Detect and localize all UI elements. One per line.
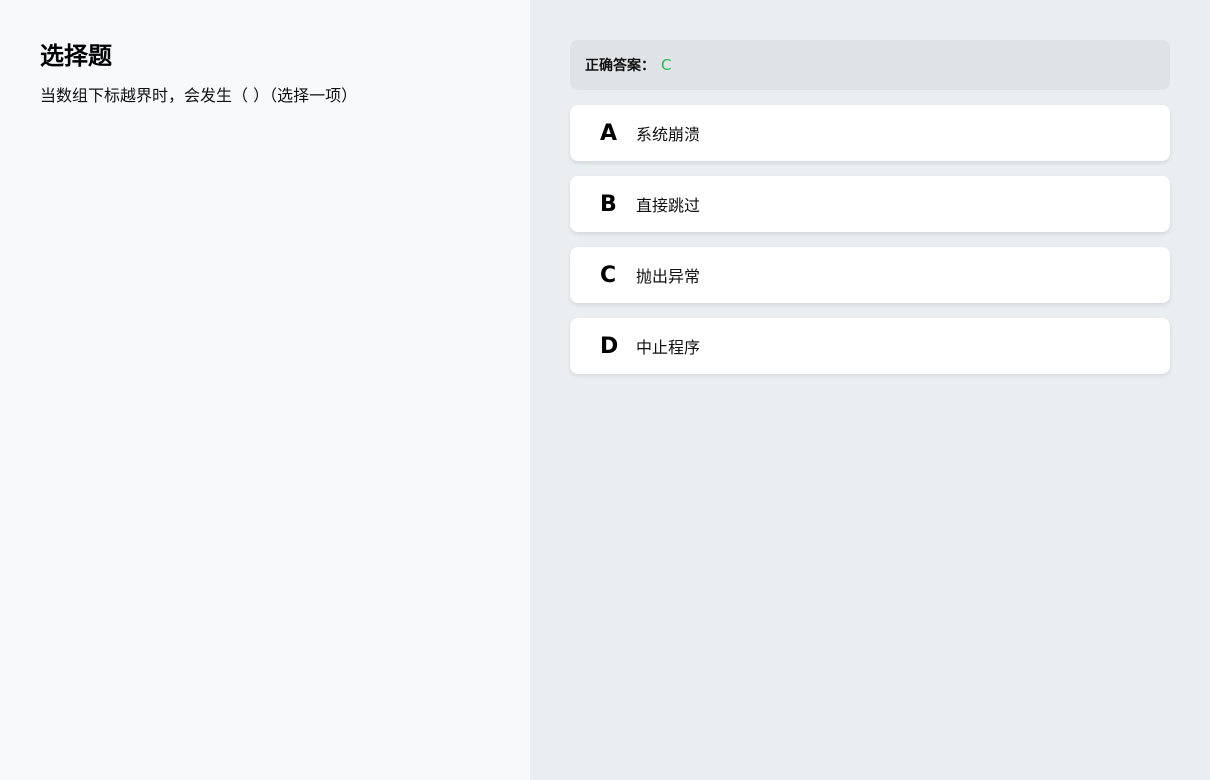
option-letter: A [600, 120, 618, 146]
question-panel: 选择题 当数组下标越界时，会发生（ ）（选择一项） [0, 0, 530, 780]
option-b[interactable]: B 直接跳过 [570, 176, 1170, 232]
option-a[interactable]: A 系统崩溃 [570, 105, 1170, 161]
option-letter: D [600, 333, 619, 359]
option-list: A 系统崩溃 B 直接跳过 C 抛出异常 D 中止程序 [570, 105, 1170, 374]
question-text: 当数组下标越界时，会发生（ ）（选择一项） [40, 86, 358, 105]
option-letter: C [600, 262, 617, 288]
option-text: 系统崩溃 [636, 125, 701, 144]
option-c[interactable]: C 抛出异常 [570, 247, 1170, 303]
correct-answer-bar: 正确答案： C [570, 40, 1170, 90]
correct-answer-value: C [661, 56, 672, 74]
question-type-title: 选择题 [40, 42, 112, 70]
answer-panel: 正确答案： C A 系统崩溃 B 直接跳过 C 抛出异常 D 中止程序 [530, 0, 1210, 780]
option-text: 直接跳过 [636, 196, 701, 215]
option-d[interactable]: D 中止程序 [570, 318, 1170, 374]
correct-answer-label: 正确答案： [585, 58, 655, 74]
option-text: 抛出异常 [636, 267, 701, 286]
option-letter: B [600, 191, 617, 217]
option-text: 中止程序 [636, 338, 701, 357]
quiz-page: 选择题 当数组下标越界时，会发生（ ）（选择一项） 正确答案： C A 系统崩溃… [0, 0, 1210, 780]
